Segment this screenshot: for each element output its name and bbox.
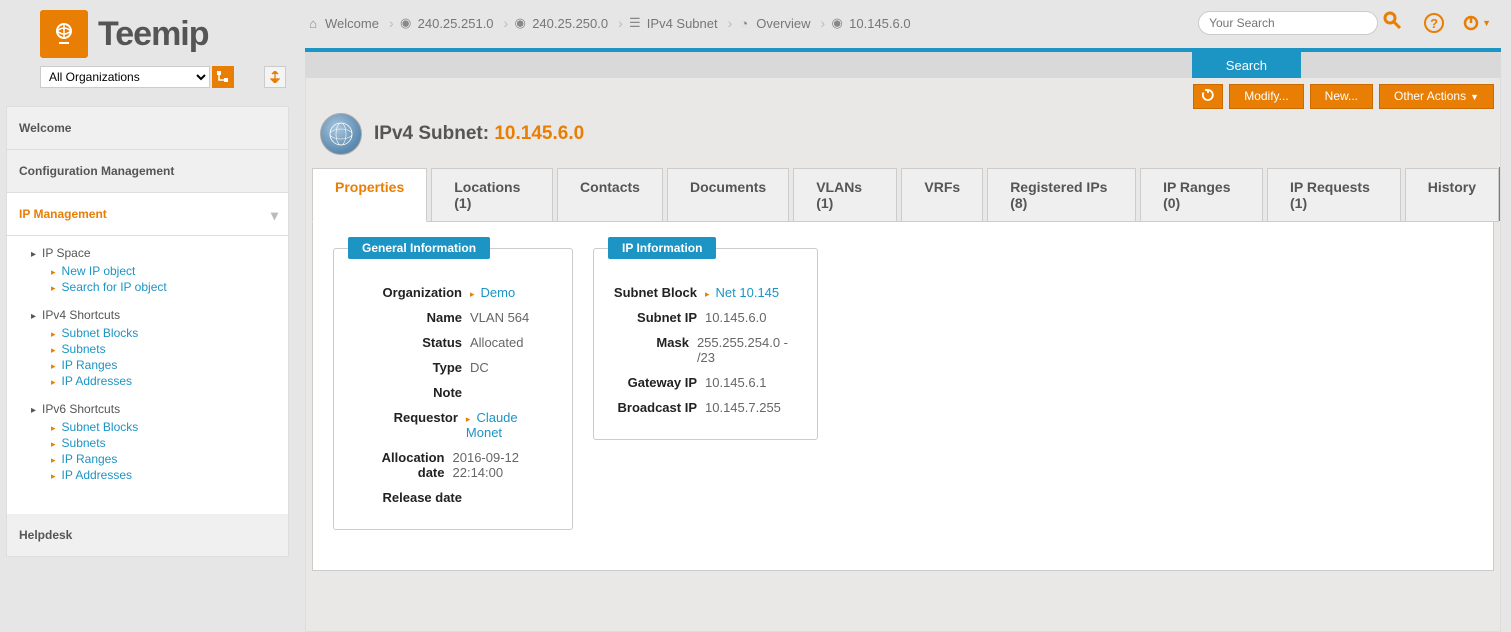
breadcrumb-subnet[interactable]: ☰IPv4 Subnet — [627, 15, 718, 31]
tab-row: Properties Locations (1) Contacts Docume… — [306, 167, 1500, 221]
breadcrumb-overview[interactable]: ◔Overview — [736, 15, 810, 31]
field-name: VLAN 564 — [470, 310, 529, 325]
nav-link-ipv4-ip-addresses[interactable]: IP Addresses — [51, 374, 278, 388]
other-actions-button[interactable]: Other Actions▼ — [1379, 84, 1494, 109]
subnet-icon — [320, 113, 362, 155]
breadcrumb-separator: › — [618, 15, 623, 31]
field-status: Allocated — [470, 335, 523, 350]
nav-link-ipv4-subnets[interactable]: Subnets — [51, 342, 278, 356]
tab-vrfs[interactable]: VRFs — [901, 168, 983, 222]
nav-link-new-ip-object[interactable]: New IP object — [51, 264, 278, 278]
breadcrumb-current[interactable]: ◉10.145.6.0 — [829, 15, 910, 31]
top-bar: ⌂Welcome › ◉240.25.251.0 › ◉240.25.250.0… — [295, 0, 1511, 46]
globe-icon: ◉ — [829, 15, 845, 31]
general-information-fieldset: General Information OrganizationDemo Nam… — [333, 248, 573, 530]
nav-ipm-label: IP Management — [19, 207, 107, 221]
organization-link[interactable]: Demo — [470, 285, 515, 300]
general-info-legend: General Information — [348, 237, 490, 259]
modify-button[interactable]: Modify... — [1229, 84, 1303, 109]
nav-config-management[interactable]: Configuration Management — [7, 150, 288, 193]
caret-down-icon: ▼ — [1482, 18, 1491, 28]
tab-content: General Information OrganizationDemo Nam… — [312, 221, 1494, 571]
nav-link-ipv6-ip-ranges[interactable]: IP Ranges — [51, 452, 278, 466]
toolbar: Modify... New... Other Actions▼ — [306, 78, 1500, 113]
tab-history[interactable]: History — [1405, 168, 1499, 222]
logo[interactable]: Teemip — [0, 0, 295, 66]
breadcrumb-separator: › — [728, 15, 733, 31]
main-content: Search Modify... New... Other Actions▼ I… — [295, 48, 1511, 632]
nav-link-ipv6-subnet-blocks[interactable]: Subnet Blocks — [51, 420, 278, 434]
chevron-down-icon: ▾ — [271, 207, 278, 224]
nav-config-label: Configuration Management — [19, 164, 174, 178]
nav-group-ip-space[interactable]: IP Space — [31, 246, 278, 260]
nav-ipm-content: IP Space New IP object Search for IP obj… — [7, 236, 288, 514]
tab-ip-requests[interactable]: IP Requests (1) — [1267, 168, 1401, 222]
help-icon[interactable]: ? — [1424, 13, 1444, 33]
sidebar: Teemip All Organizations Welcome Configu… — [0, 0, 295, 587]
field-mask: 255.255.254.0 - /23 — [697, 335, 799, 365]
breadcrumb-ip1[interactable]: ◉240.25.251.0 — [398, 15, 494, 31]
nav-link-search-ip-object[interactable]: Search for IP object — [51, 280, 278, 294]
ip-information-fieldset: IP Information Subnet BlockNet 10.145 Su… — [593, 248, 818, 440]
nav-ip-management[interactable]: IP Management ▾ — [7, 193, 288, 236]
nav-helpdesk[interactable]: Helpdesk — [7, 514, 288, 556]
breadcrumb-separator: › — [389, 15, 394, 31]
nav-group-ipv6[interactable]: IPv6 Shortcuts — [31, 402, 278, 416]
field-allocation-date: 2016-09-12 22:14:00 — [453, 450, 555, 480]
tab-strip-end — [1499, 167, 1500, 221]
organization-select[interactable]: All Organizations — [40, 66, 210, 88]
field-type: DC — [470, 360, 489, 375]
breadcrumb-separator: › — [504, 15, 509, 31]
search-toggle[interactable]: Search — [1192, 52, 1301, 80]
refresh-button[interactable] — [1193, 84, 1223, 109]
nav-link-ipv4-subnet-blocks[interactable]: Subnet Blocks — [51, 326, 278, 340]
breadcrumb-welcome[interactable]: ⌂Welcome — [305, 15, 379, 31]
field-broadcast-ip: 10.145.7.255 — [705, 400, 781, 415]
pie-icon: ◔ — [736, 15, 752, 31]
subnet-block-link[interactable]: Net 10.145 — [705, 285, 779, 300]
new-button[interactable]: New... — [1310, 84, 1373, 109]
tab-ip-ranges[interactable]: IP Ranges (0) — [1140, 168, 1263, 222]
object-name: 10.145.6.0 — [494, 123, 584, 144]
nav-link-ipv6-subnets[interactable]: Subnets — [51, 436, 278, 450]
logo-text: Teemip — [98, 15, 209, 54]
search-icon[interactable] — [1382, 10, 1402, 36]
nav-link-ipv4-ip-ranges[interactable]: IP Ranges — [51, 358, 278, 372]
object-header: IPv4 Subnet: 10.145.6.0 — [306, 113, 1500, 167]
tab-contacts[interactable]: Contacts — [557, 168, 663, 222]
caret-down-icon: ▼ — [1470, 92, 1479, 102]
search-input[interactable] — [1198, 11, 1378, 35]
requestor-link[interactable]: Claude Monet — [466, 410, 518, 440]
field-gateway-ip: 10.145.6.1 — [705, 375, 766, 390]
tab-registered-ips[interactable]: Registered IPs (8) — [987, 168, 1136, 222]
pin-button[interactable] — [264, 66, 286, 88]
object-type-label: IPv4 Subnet: — [374, 123, 489, 144]
tab-properties[interactable]: Properties — [312, 168, 427, 222]
nav-link-ipv6-ip-addresses[interactable]: IP Addresses — [51, 468, 278, 482]
search-bar: Search — [305, 48, 1501, 78]
breadcrumb-separator: › — [820, 15, 825, 31]
nav-welcome-label: Welcome — [19, 121, 71, 135]
tab-documents[interactable]: Documents — [667, 168, 789, 222]
logo-icon — [40, 10, 88, 58]
field-subnet-ip: 10.145.6.0 — [705, 310, 766, 325]
tab-vlans[interactable]: VLANs (1) — [793, 168, 897, 222]
home-icon: ⌂ — [305, 15, 321, 31]
list-icon: ☰ — [627, 15, 643, 31]
globe-icon: ◉ — [512, 15, 528, 31]
nav-welcome[interactable]: Welcome — [7, 107, 288, 150]
org-tree-button[interactable] — [212, 66, 234, 88]
nav-helpdesk-label: Helpdesk — [19, 528, 72, 542]
breadcrumb-ip2[interactable]: ◉240.25.250.0 — [512, 15, 608, 31]
logout-menu[interactable]: ▼ — [1462, 14, 1491, 32]
nav-group-ipv4[interactable]: IPv4 Shortcuts — [31, 308, 278, 322]
nav-menu: Welcome Configuration Management IP Mana… — [6, 106, 289, 557]
tab-locations[interactable]: Locations (1) — [431, 168, 553, 222]
globe-icon: ◉ — [398, 15, 414, 31]
breadcrumb: ⌂Welcome › ◉240.25.251.0 › ◉240.25.250.0… — [305, 15, 1198, 31]
ip-info-legend: IP Information — [608, 237, 716, 259]
